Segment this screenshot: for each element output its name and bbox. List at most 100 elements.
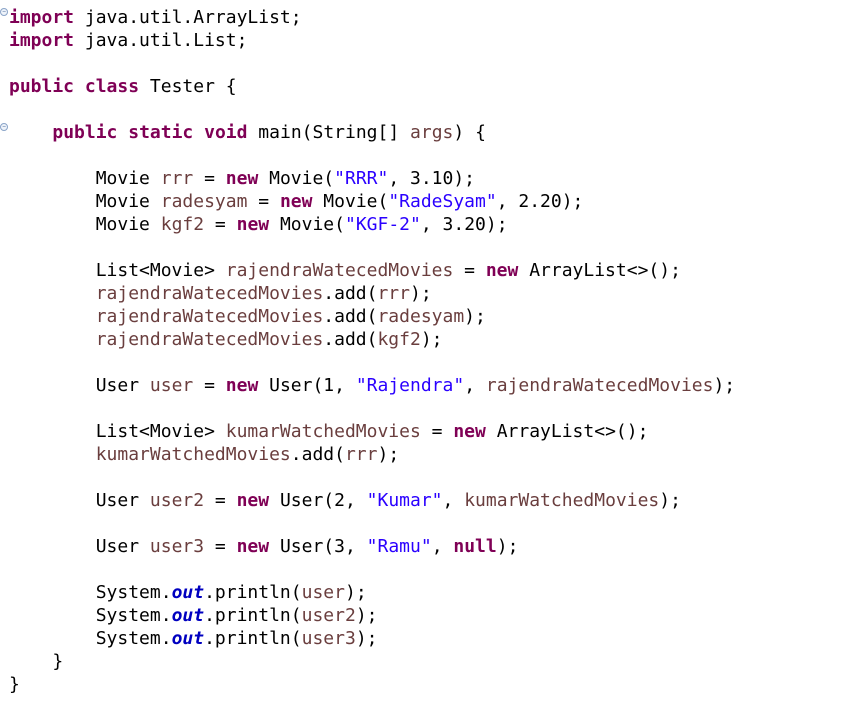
code-token: java.util.ArrayList; <box>74 7 302 28</box>
code-line[interactable]: public static void main(String[] args) { <box>9 121 486 144</box>
code-token: ); <box>713 375 736 396</box>
code-token: User(2, <box>269 490 367 511</box>
code-token: .add( <box>323 306 378 327</box>
code-line[interactable]: rajendraWatecedMovies.add(radesyam); <box>9 305 486 328</box>
fold-collapse-icon[interactable]: − <box>0 8 8 16</box>
code-line[interactable]: User user3 = new User(3, "Ramu", null); <box>9 535 519 558</box>
variable-token: kumarWatchedMovies <box>464 490 660 511</box>
keyword-token: static <box>128 122 194 143</box>
code-token: .println( <box>204 582 302 603</box>
code-token: Movie <box>95 168 161 189</box>
code-token: = <box>453 260 486 281</box>
code-token: ); <box>409 283 432 304</box>
fold-collapse-icon[interactable]: − <box>0 123 8 131</box>
code-token: ); <box>496 536 519 557</box>
keyword-token: new <box>225 168 259 189</box>
variable-token: rajendraWatecedMovies <box>225 260 454 281</box>
variable-token: user2 <box>149 490 205 511</box>
code-token: = <box>204 214 237 235</box>
code-token: , <box>442 490 465 511</box>
code-token: ); <box>355 628 378 649</box>
code-token: ); <box>464 306 486 327</box>
code-token: Movie( <box>312 191 389 212</box>
variable-token: kumarWatchedMovies <box>225 421 421 442</box>
code-token: .add( <box>323 283 378 304</box>
code-line[interactable]: import java.util.List; <box>9 29 247 52</box>
code-token: ); <box>355 605 378 626</box>
code-token: User <box>95 375 150 396</box>
keyword-token: new <box>236 536 270 557</box>
variable-token: radesyam <box>160 191 248 212</box>
code-line[interactable]: Movie kgf2 = new Movie("KGF-2", 3.20); <box>9 213 508 236</box>
code-line[interactable]: User user = new User(1, "Rajendra", raje… <box>9 374 735 397</box>
keyword-token: class <box>84 76 140 97</box>
code-token: = <box>204 536 237 557</box>
code-line[interactable]: rajendraWatecedMovies.add(rrr); <box>9 282 432 305</box>
code-token: User(3, <box>269 536 367 557</box>
code-token: , <box>464 375 486 396</box>
code-line[interactable]: List<Movie> rajendraWatecedMovies = new … <box>9 259 681 282</box>
code-token: = <box>420 421 454 442</box>
string-literal: "RadeSyam" <box>388 191 497 212</box>
code-token: = <box>193 375 226 396</box>
keyword-token: null <box>453 536 497 557</box>
variable-token: rajendraWatecedMovies <box>95 329 324 350</box>
code-token: , 3.20); <box>420 214 508 235</box>
code-token: ); <box>344 582 367 603</box>
code-line[interactable]: kumarWatchedMovies.add(rrr); <box>9 443 399 466</box>
keyword-token: import <box>9 7 75 28</box>
code-token: List<Movie> <box>95 421 226 442</box>
code-line[interactable]: List<Movie> kumarWatchedMovies = new Arr… <box>9 420 649 443</box>
code-token: , <box>431 536 454 557</box>
static-field-token: out <box>171 605 205 626</box>
variable-token: user3 <box>301 628 356 649</box>
code-token: , 3.10); <box>388 168 476 189</box>
code-line[interactable]: } <box>9 650 63 673</box>
code-token: Movie( <box>258 168 335 189</box>
keyword-token: void <box>204 122 248 143</box>
static-field-token: out <box>171 628 205 649</box>
code-token: .println( <box>204 628 302 649</box>
code-token: , 2.20); <box>496 191 584 212</box>
keyword-token: public <box>52 122 118 143</box>
variable-token: rrr <box>344 444 378 465</box>
code-line[interactable]: rajendraWatecedMovies.add(kgf2); <box>9 328 443 351</box>
variable-token: rrr <box>377 283 410 304</box>
variable-token: user <box>149 375 194 396</box>
variable-token: user3 <box>149 536 205 557</box>
keyword-token: new <box>279 191 313 212</box>
code-line[interactable]: Movie rrr = new Movie("RRR", 3.10); <box>9 167 475 190</box>
code-line[interactable]: Movie radesyam = new Movie("RadeSyam", 2… <box>9 190 584 213</box>
string-literal: "KGF-2" <box>344 214 421 235</box>
code-line[interactable]: System.out.println(user3); <box>9 627 378 650</box>
code-line[interactable]: System.out.println(user); <box>9 581 367 604</box>
variable-token: kgf2 <box>377 329 421 350</box>
code-line[interactable]: System.out.println(user2); <box>9 604 378 627</box>
code-line[interactable]: import java.util.ArrayList; <box>9 6 302 29</box>
variable-token: user2 <box>301 605 356 626</box>
code-token: ) { <box>453 122 486 143</box>
string-literal: "Rajendra" <box>355 375 465 396</box>
code-line[interactable]: } <box>9 673 20 696</box>
code-token: Tester { <box>139 76 237 97</box>
code-line[interactable]: User user2 = new User(2, "Kumar", kumarW… <box>9 489 681 512</box>
code-token: ArrayList<>(); <box>485 421 649 442</box>
code-token: java.util.List; <box>74 30 248 51</box>
code-editor[interactable]: import java.util.ArrayList; import java.u… <box>0 0 855 712</box>
code-token: ); <box>659 490 681 511</box>
code-line[interactable]: public class Tester { <box>9 75 237 98</box>
code-token: Movie <box>95 214 161 235</box>
string-literal: "RRR" <box>334 168 389 189</box>
code-token: .println( <box>204 605 302 626</box>
